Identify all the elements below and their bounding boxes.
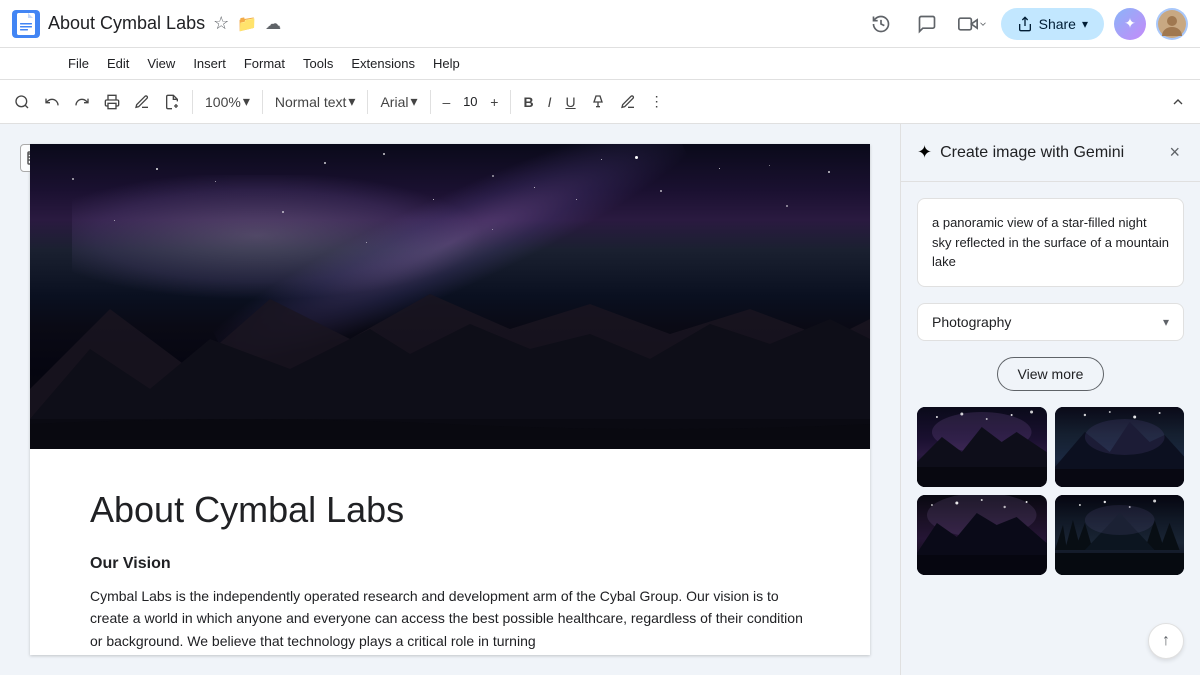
highlight-btn[interactable] <box>614 90 642 114</box>
chat-button[interactable] <box>909 6 945 42</box>
font-family-arrow: ▾ <box>410 93 417 110</box>
cloud-icon[interactable]: ☁ <box>265 14 281 34</box>
zoom-dropdown-arrow: ▾ <box>243 93 250 110</box>
star-icon[interactable]: ☆ <box>213 13 229 34</box>
bold-label: B <box>523 94 533 110</box>
gemini-button[interactable]: ✦ <box>1114 8 1146 40</box>
menu-bar: File Edit View Insert Format Tools Exten… <box>0 48 1200 80</box>
bold-button[interactable]: B <box>517 90 539 114</box>
prompt-text: a panoramic view of a star-filled night … <box>932 215 1169 269</box>
gemini-close-button[interactable]: × <box>1165 138 1184 167</box>
gemini-panel-header: ✦ Create image with Gemini × <box>901 124 1200 182</box>
expand-btn[interactable] <box>1164 90 1192 114</box>
text-color-btn[interactable] <box>584 90 612 114</box>
zoom-value: 100% <box>205 94 241 110</box>
gemini-panel-body: a panoramic view of a star-filled night … <box>901 182 1200 675</box>
font-size-increase[interactable]: + <box>484 90 504 114</box>
share-label: Share <box>1039 16 1076 32</box>
menu-tools[interactable]: Tools <box>295 52 341 75</box>
google-docs-icon <box>12 10 40 38</box>
gemini-panel-title: Create image with Gemini <box>940 144 1157 162</box>
view-more-button[interactable]: View more <box>997 357 1105 391</box>
title-icons: ☆ 📁 ☁ <box>213 13 281 34</box>
share-dropdown-arrow[interactable]: ▾ <box>1082 17 1088 31</box>
doc-content: About Cymbal Labs Our Vision Cymbal Labs… <box>30 449 870 675</box>
title-bar-left: About Cymbal Labs ☆ 📁 ☁ <box>12 10 855 38</box>
font-family-select[interactable]: Arial ▾ <box>374 89 423 114</box>
title-bar-right: Share ▾ ✦ <box>863 6 1188 42</box>
menu-format[interactable]: Format <box>236 52 293 75</box>
font-size-control: – 10 + <box>437 90 505 114</box>
prompt-input[interactable]: a panoramic view of a star-filled night … <box>917 198 1184 287</box>
toolbar-sep-4 <box>430 90 431 114</box>
doc-section-title: Our Vision <box>90 555 810 573</box>
italic-button[interactable]: I <box>542 90 558 114</box>
toolbar-sep-2 <box>262 90 263 114</box>
undo-btn[interactable] <box>38 90 66 114</box>
zoom-control[interactable]: 100% ▾ <box>199 89 256 114</box>
document-page: About Cymbal Labs Our Vision Cymbal Labs… <box>30 144 870 655</box>
font-size-value: 10 <box>458 94 482 109</box>
doc-body-text: Cymbal Labs is the independently operate… <box>90 585 810 652</box>
gemini-panel: ✦ Create image with Gemini × a panoramic… <box>900 124 1200 675</box>
toolbar-sep-5 <box>510 90 511 114</box>
hero-img-canvas <box>30 144 870 449</box>
doc-title: About Cymbal Labs <box>90 489 810 531</box>
style-dropdown[interactable]: Photography ▾ <box>917 303 1184 341</box>
image-grid <box>917 407 1184 575</box>
image-thumb-3[interactable] <box>917 495 1047 575</box>
menu-extensions[interactable]: Extensions <box>343 52 423 75</box>
menu-help[interactable]: Help <box>425 52 468 75</box>
gemini-panel-icon: ✦ <box>917 142 932 163</box>
menu-view[interactable]: View <box>139 52 183 75</box>
menu-file[interactable]: File <box>60 52 97 75</box>
text-style-select[interactable]: Normal text ▾ <box>269 89 362 114</box>
menu-edit[interactable]: Edit <box>99 52 137 75</box>
history-button[interactable] <box>863 6 899 42</box>
scroll-to-top-button[interactable]: ↑ <box>1148 623 1184 659</box>
underline-button[interactable]: U <box>560 90 582 114</box>
text-style-arrow: ▾ <box>348 93 355 110</box>
italic-label: I <box>548 94 552 110</box>
title-bar: About Cymbal Labs ☆ 📁 ☁ <box>0 0 1200 48</box>
menu-insert[interactable]: Insert <box>185 52 234 75</box>
main-area: About Cymbal Labs Our Vision Cymbal Labs… <box>0 124 1200 675</box>
document-title: About Cymbal Labs <box>48 13 205 34</box>
mountain-svg <box>30 289 870 449</box>
share-button[interactable]: Share ▾ <box>1001 8 1104 40</box>
folder-icon[interactable]: 📁 <box>237 14 257 34</box>
image-thumb-4[interactable] <box>1055 495 1185 575</box>
toolbar-sep-3 <box>367 90 368 114</box>
redo-btn[interactable] <box>68 90 96 114</box>
hero-image <box>30 144 870 449</box>
underline-label: U <box>566 94 576 110</box>
print-btn[interactable] <box>98 90 126 114</box>
toolbar-sep-1 <box>192 90 193 114</box>
font-family-value: Arial <box>380 94 408 110</box>
scroll-to-top-label: ↑ <box>1162 632 1170 650</box>
font-size-decrease[interactable]: – <box>437 90 457 114</box>
style-value: Photography <box>932 314 1011 330</box>
paint-format-btn[interactable] <box>158 90 186 114</box>
style-dropdown-arrow: ▾ <box>1163 315 1169 329</box>
search-toolbar-btn[interactable] <box>8 90 36 114</box>
spell-check-btn[interactable] <box>128 90 156 114</box>
document-area: About Cymbal Labs Our Vision Cymbal Labs… <box>0 124 900 675</box>
image-thumb-1[interactable] <box>917 407 1047 487</box>
text-style-value: Normal text <box>275 94 347 110</box>
toolbar: 100% ▾ Normal text ▾ Arial ▾ – 10 + B I … <box>0 80 1200 124</box>
user-avatar[interactable] <box>1156 8 1188 40</box>
more-options-btn[interactable]: ⋮ <box>644 89 670 114</box>
image-thumb-2[interactable] <box>1055 407 1185 487</box>
meet-button[interactable] <box>955 6 991 42</box>
